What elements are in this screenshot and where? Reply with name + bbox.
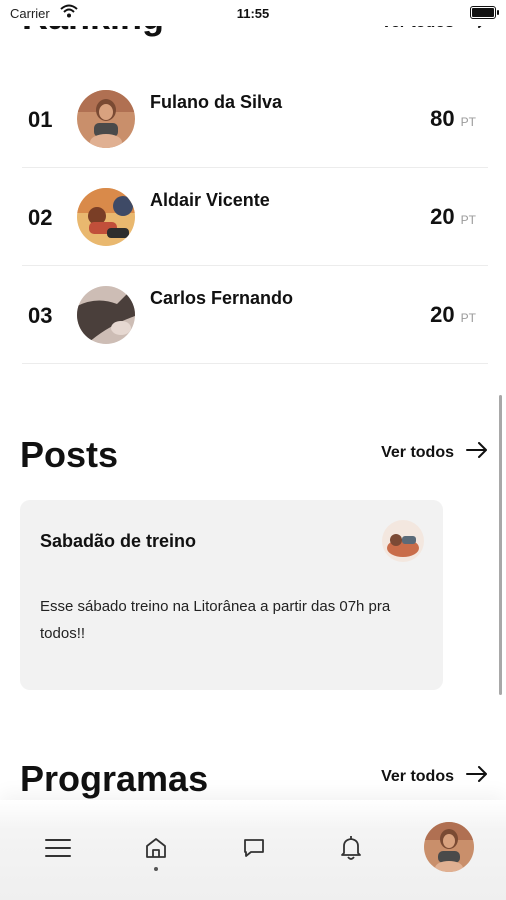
rank-position: 02 xyxy=(28,205,53,230)
chat-icon xyxy=(242,836,266,865)
menu-icon xyxy=(44,837,72,864)
tab-home[interactable] xyxy=(136,830,176,871)
rank-points: 20 PT xyxy=(430,204,476,230)
post-card[interactable]: Sabadão de treino Esse sábado treino na … xyxy=(20,500,443,690)
points-value: 80 xyxy=(430,106,455,131)
arrow-right-icon xyxy=(466,442,488,463)
tab-bar xyxy=(0,800,506,900)
rank-name: Aldair Vicente xyxy=(150,190,270,210)
ranking-row[interactable]: 02 Aldair Vicente 20 PT xyxy=(22,168,488,266)
status-bar: Carrier 11:55 xyxy=(0,0,506,26)
rank-points: 80 PT xyxy=(430,106,476,132)
avatar xyxy=(77,286,135,344)
avatar xyxy=(382,520,424,562)
avatar xyxy=(77,188,135,246)
ranking-row[interactable]: 01 Fulano da Silva 80 PT xyxy=(22,70,488,168)
tab-chat[interactable] xyxy=(234,830,274,870)
points-unit: PT xyxy=(460,115,476,129)
profile-avatar[interactable] xyxy=(424,822,474,872)
active-tab-indicator xyxy=(154,867,158,871)
scroll-indicator[interactable] xyxy=(499,395,502,695)
points-value: 20 xyxy=(430,204,455,229)
programs-see-all-link[interactable]: Ver todos xyxy=(381,766,488,787)
bell-icon xyxy=(339,835,363,866)
avatar xyxy=(77,90,135,148)
post-title: Sabadão de treino xyxy=(40,531,197,551)
arrow-right-icon xyxy=(466,766,488,787)
post-body: Esse sábado treino na Litorânea a partir… xyxy=(40,598,391,642)
home-icon xyxy=(144,836,168,865)
posts-title: Posts xyxy=(20,434,119,475)
posts-see-all-label: Ver todos xyxy=(381,443,454,461)
programs-title: Programas xyxy=(20,758,209,799)
points-value: 20 xyxy=(430,302,455,327)
rank-name: Carlos Fernando xyxy=(150,288,294,308)
rank-position: 03 xyxy=(28,303,53,328)
clock: 11:55 xyxy=(236,6,270,21)
ranking-row[interactable]: 03 Carlos Fernando 20 PT xyxy=(22,266,488,364)
rank-points: 20 PT xyxy=(430,302,476,328)
tab-menu[interactable] xyxy=(38,830,78,870)
programs-see-all-label: Ver todos xyxy=(381,767,454,785)
tab-notifications[interactable] xyxy=(331,830,371,870)
rank-name: Fulano da Silva xyxy=(150,92,283,112)
rank-position: 01 xyxy=(28,107,53,132)
points-unit: PT xyxy=(460,213,476,227)
points-unit: PT xyxy=(460,311,476,325)
posts-see-all-link[interactable]: Ver todos xyxy=(381,442,488,463)
battery-icon xyxy=(470,6,499,19)
